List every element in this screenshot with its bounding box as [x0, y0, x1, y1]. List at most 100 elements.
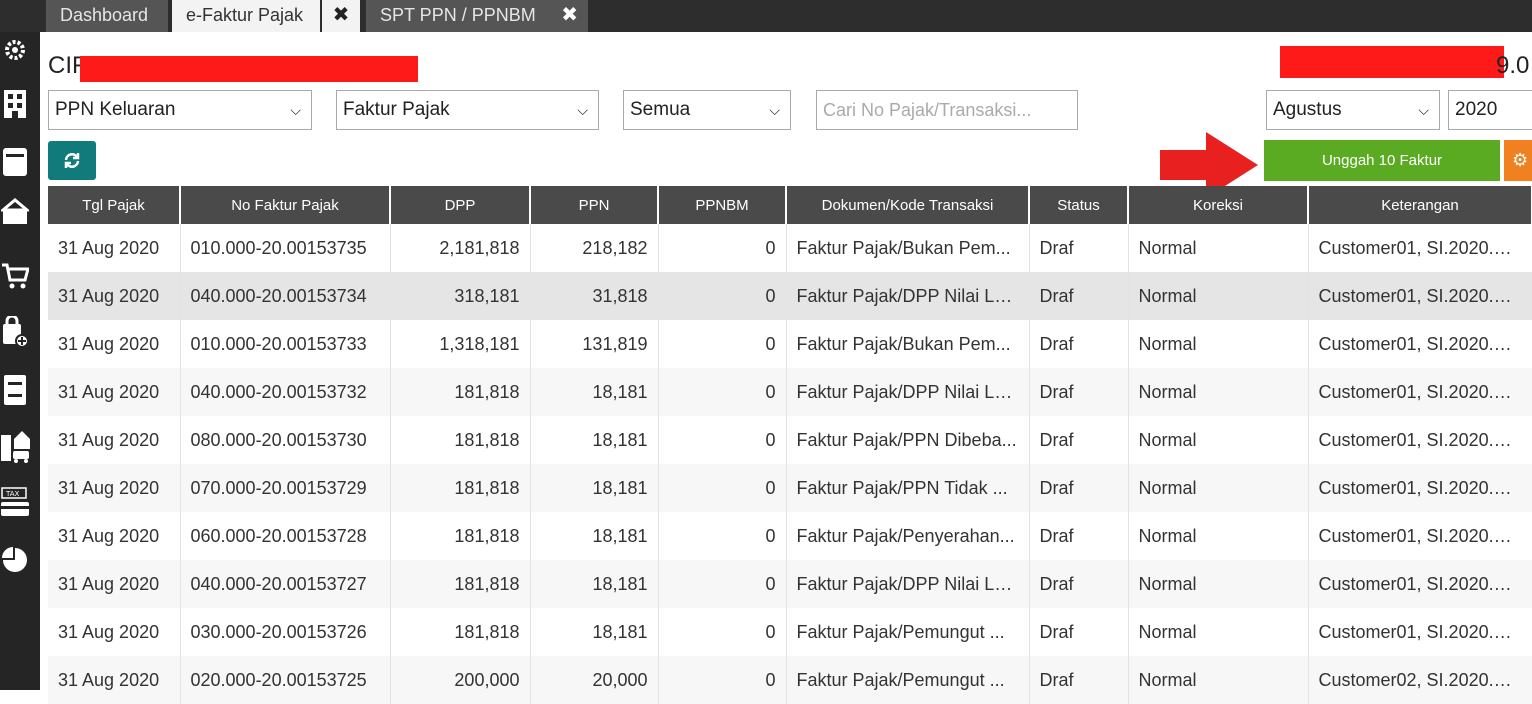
cell-koreksi: Normal: [1128, 320, 1309, 368]
chevron-down-icon: ⌵: [290, 102, 301, 118]
cell-status: Draf: [1029, 512, 1129, 560]
cell-tgl-pajak: 31 Aug 2020: [48, 416, 181, 464]
chevron-down-icon: ⌵: [769, 102, 780, 118]
tab-efaktur-close-icon[interactable]: ✖: [322, 0, 360, 32]
table-row[interactable]: 31 Aug 2020 040.000-20.00153732 181,818 18,…: [48, 368, 1532, 416]
cell-no-faktur: 010.000-20.00153733: [180, 320, 391, 368]
cell-tgl-pajak: 31 Aug 2020: [48, 272, 181, 320]
cell-dokumen: Faktur Pajak/Bukan Pem...: [786, 320, 1030, 368]
svg-text:TAX: TAX: [5, 490, 20, 498]
table-row[interactable]: 31 Aug 2020 010.000-20.00153733 1,318,181 1…: [48, 320, 1532, 368]
col-ppnbm[interactable]: PPNBM: [658, 186, 787, 224]
cell-ppnbm: 0: [658, 512, 787, 560]
col-status[interactable]: Status: [1029, 186, 1129, 224]
buildings-car-icon[interactable]: [0, 428, 30, 464]
cell-ppnbm: 0: [658, 320, 787, 368]
cell-dokumen: Faktur Pajak/PPN Tidak ...: [786, 464, 1030, 512]
cell-ppn: 18,181: [530, 416, 659, 464]
tab-dashboard[interactable]: Dashboard: [46, 0, 168, 32]
page-title-suffix: 9.0: [1496, 52, 1530, 79]
cell-koreksi: Normal: [1128, 656, 1309, 704]
cell-keterangan: Customer01, SI.2020.08...: [1308, 512, 1532, 560]
col-ppn[interactable]: PPN: [530, 186, 659, 224]
cell-dpp: 1,318,181: [390, 320, 531, 368]
cell-tgl-pajak: 31 Aug 2020: [48, 512, 181, 560]
settings-icon[interactable]: ⚙: [1504, 140, 1532, 181]
cell-ppn: 218,182: [530, 224, 659, 272]
tab-efaktur-pajak[interactable]: e-Faktur Pajak: [172, 0, 320, 32]
redaction-right: [1280, 46, 1504, 78]
cell-koreksi: Normal: [1128, 272, 1309, 320]
tab-spt-ppn-label: SPT PPN / PPNBM: [380, 5, 536, 25]
bag-add-icon[interactable]: [0, 314, 30, 350]
cell-dokumen: Faktur Pajak/PPN Dibeba...: [786, 416, 1030, 464]
cell-no-faktur: 030.000-20.00153726: [180, 608, 391, 656]
cell-keterangan: Customer01, SI.2020.08...: [1308, 416, 1532, 464]
cell-dpp: 2,181,818: [390, 224, 531, 272]
tab-spt-close-icon[interactable]: ✖: [561, 0, 578, 30]
status-select[interactable]: Semua ⌵: [623, 90, 791, 130]
cell-koreksi: Normal: [1128, 560, 1309, 608]
cell-tgl-pajak: 31 Aug 2020: [48, 368, 181, 416]
wallet-icon[interactable]: [0, 194, 30, 230]
cell-status: Draf: [1029, 272, 1129, 320]
cell-koreksi: Normal: [1128, 224, 1309, 272]
col-dpp[interactable]: DPP: [390, 186, 531, 224]
search-input[interactable]: Cari No Pajak/Transaksi...: [816, 90, 1078, 130]
tax-icon[interactable]: TAX: [0, 484, 30, 520]
gear-icon[interactable]: [0, 32, 30, 68]
cell-no-faktur: 080.000-20.00153730: [180, 416, 391, 464]
table-header: Tgl Pajak No Faktur Pajak DPP PPN PPNBM …: [48, 186, 1532, 224]
col-koreksi[interactable]: Koreksi: [1128, 186, 1309, 224]
cell-keterangan: Customer01, SI.2020.08...: [1308, 560, 1532, 608]
faktur-table: Tgl Pajak No Faktur Pajak DPP PPN PPNBM …: [48, 186, 1532, 704]
table-row[interactable]: 31 Aug 2020 040.000-20.00153734 318,181 31,…: [48, 272, 1532, 320]
tab-spt-ppn[interactable]: SPT PPN / PPNBM ✖: [366, 0, 588, 32]
col-keterangan[interactable]: Keterangan: [1308, 186, 1532, 224]
cabinet-icon[interactable]: [0, 372, 30, 408]
col-no-faktur[interactable]: No Faktur Pajak: [180, 186, 391, 224]
cell-dpp: 181,818: [390, 368, 531, 416]
refresh-button[interactable]: [48, 141, 96, 180]
chevron-down-icon: ⌵: [577, 102, 588, 118]
cell-status: Draf: [1029, 320, 1129, 368]
building-icon[interactable]: [0, 86, 30, 122]
col-tgl-pajak[interactable]: Tgl Pajak: [48, 186, 181, 224]
month-select[interactable]: Agustus ⌵: [1266, 90, 1440, 130]
year-select[interactable]: 2020: [1448, 90, 1532, 130]
cell-ppn: 18,181: [530, 464, 659, 512]
cell-no-faktur: 060.000-20.00153728: [180, 512, 391, 560]
table-row[interactable]: 31 Aug 2020 080.000-20.00153730 181,818 18,…: [48, 416, 1532, 464]
cell-koreksi: Normal: [1128, 368, 1309, 416]
cell-ppnbm: 0: [658, 608, 787, 656]
pie-chart-icon[interactable]: [0, 542, 30, 578]
type-select-value: PPN Keluaran: [55, 99, 176, 120]
table-row[interactable]: 31 Aug 2020 030.000-20.00153726 181,818 18,…: [48, 608, 1532, 656]
cell-ppn: 18,181: [530, 368, 659, 416]
table-row[interactable]: 31 Aug 2020 060.000-20.00153728 181,818 18,…: [48, 512, 1532, 560]
table-row[interactable]: 31 Aug 2020 040.000-20.00153727 181,818 18,…: [48, 560, 1532, 608]
cell-koreksi: Normal: [1128, 416, 1309, 464]
cell-tgl-pajak: 31 Aug 2020: [48, 608, 181, 656]
month-select-value: Agustus: [1273, 99, 1342, 120]
cell-ppn: 18,181: [530, 512, 659, 560]
cell-no-faktur: 070.000-20.00153729: [180, 464, 391, 512]
table-row[interactable]: 31 Aug 2020 070.000-20.00153729 181,818 18,…: [48, 464, 1532, 512]
cell-keterangan: Customer01, SI.2020.08...: [1308, 368, 1532, 416]
table-body: 31 Aug 2020 010.000-20.00153735 2,181,818 2…: [48, 224, 1532, 704]
cell-ppn: 31,818: [530, 272, 659, 320]
table-row[interactable]: 31 Aug 2020 010.000-20.00153735 2,181,818 2…: [48, 224, 1532, 272]
upload-faktur-button[interactable]: Unggah 10 Faktur: [1264, 140, 1500, 181]
col-dokumen[interactable]: Dokumen/Kode Transaksi: [786, 186, 1030, 224]
tab-bar: Dashboard e-Faktur Pajak ✖ SPT PPN / PPN…: [0, 0, 1532, 32]
refresh-icon: [64, 153, 80, 168]
type-select[interactable]: PPN Keluaran ⌵: [48, 90, 312, 130]
cell-keterangan: Customer01, SI.2020.08...: [1308, 464, 1532, 512]
document-select[interactable]: Faktur Pajak ⌵: [336, 90, 599, 130]
table-row[interactable]: 31 Aug 2020 020.000-20.00153725 200,000 20,…: [48, 656, 1532, 704]
card-icon[interactable]: [0, 144, 30, 180]
cell-ppn: 131,819: [530, 320, 659, 368]
cell-keterangan: Customer01, SI.2020.08...: [1308, 224, 1532, 272]
cart-icon[interactable]: [0, 258, 30, 294]
cell-ppn: 20,000: [530, 656, 659, 704]
